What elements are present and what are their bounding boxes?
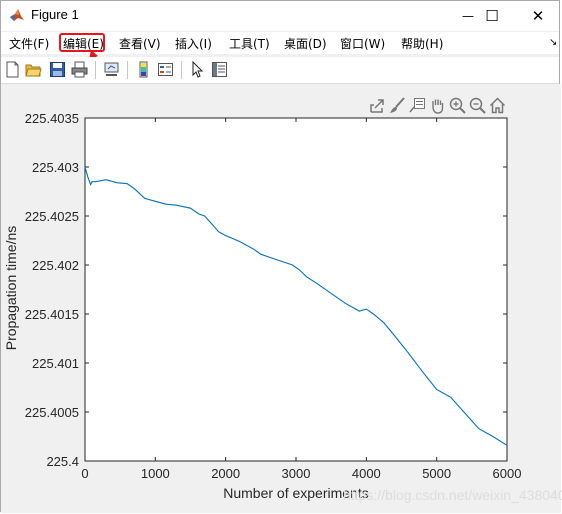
y-tick-label: 225.4025 — [25, 209, 79, 224]
x-tick-label: 5000 — [422, 466, 451, 481]
y-tick-label: 225.4015 — [25, 307, 79, 322]
axes-box[interactable] — [84, 117, 508, 462]
y-tick-label: 225.4005 — [25, 405, 79, 420]
x-tick-label: 2000 — [211, 466, 240, 481]
y-axis-label: Propagation time/ns — [3, 226, 19, 351]
x-tick-label: 6000 — [493, 466, 522, 481]
y-tick-label: 225.401 — [32, 356, 79, 371]
y-tick-label: 225.402 — [32, 258, 79, 273]
y-tick-label: 225.4035 — [25, 111, 79, 126]
watermark-text: https://blog.csdn.net/weixin_43804017 — [343, 487, 562, 503]
x-tick-label: 4000 — [352, 466, 381, 481]
y-tick-label: 225.403 — [32, 160, 79, 175]
x-tick-label: 0 — [81, 466, 88, 481]
figure-window: Figure 1 — ☐ ✕ 文件(F) 编辑(E) 查看(V) 插入(I) 工… — [0, 0, 562, 513]
line-chart: 0 1000 2000 3000 4000 5000 6000 225.4 225.4005 2… — [3, 111, 522, 501]
y-tick-label: 225.4 — [46, 454, 79, 469]
x-tick-label: 1000 — [141, 466, 170, 481]
x-tick-label: 3000 — [282, 466, 311, 481]
